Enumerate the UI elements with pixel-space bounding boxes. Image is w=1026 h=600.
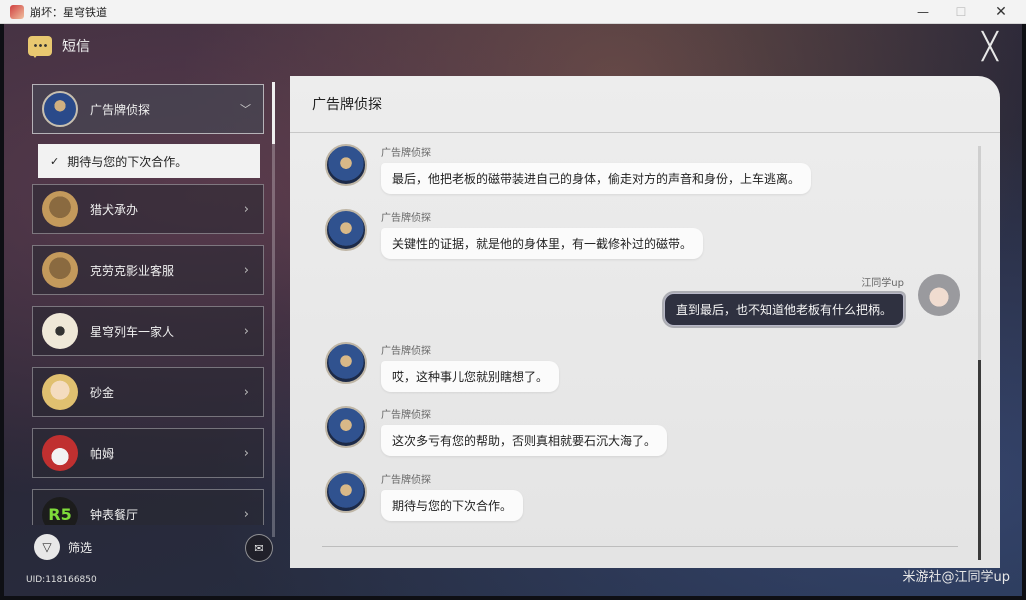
chat-message-self: 江同学up 直到最后，也不知道他老板有什么把柄。 xyxy=(663,274,960,326)
bottom-edge xyxy=(0,596,1026,600)
chat-header: 广告牌侦探 xyxy=(290,76,1000,133)
window-titlebar: 崩坏：星穹铁道 — ☐ ✕ xyxy=(0,0,1026,24)
message-bubble: 关键性的证据，就是他的身体里，有一截修补过的磁带。 xyxy=(381,228,704,259)
minimize-button[interactable]: — xyxy=(904,0,942,24)
avatar xyxy=(325,144,367,186)
chevron-down-icon: ﹀ xyxy=(240,103,251,116)
divider xyxy=(322,546,958,547)
message-icon xyxy=(28,36,52,58)
chat-message: 广告牌侦探 哎，这种事儿您就别瞎想了。 xyxy=(325,342,560,392)
uid-label: UID:118166850 xyxy=(26,575,97,585)
avatar xyxy=(325,471,367,513)
close-icon[interactable]: ╳ xyxy=(978,34,1002,60)
avatar xyxy=(42,313,78,349)
player-avatar xyxy=(918,274,960,316)
avatar xyxy=(42,374,78,410)
notification-settings-button[interactable]: ✉ xyxy=(245,534,273,562)
avatar: R5 xyxy=(42,496,78,525)
messages-header: 短信 xyxy=(28,36,90,58)
conversation-item[interactable]: ✓ 期待与您的下次合作。 xyxy=(38,144,260,178)
message-bubble: 期待与您的下次合作。 xyxy=(381,490,524,521)
contact-aventurine[interactable]: 砂金 › xyxy=(32,367,264,417)
contact-name: 克劳克影业客服 xyxy=(90,263,175,278)
contact-pom-pom[interactable]: 帕姆 › xyxy=(32,428,264,478)
avatar xyxy=(42,191,78,227)
chevron-right-icon: › xyxy=(243,262,249,278)
chat-message: 广告牌侦探 关键性的证据，就是他的身体里，有一截修补过的磁带。 xyxy=(325,209,704,259)
chevron-right-icon: › xyxy=(243,507,249,522)
sender-name: 广告牌侦探 xyxy=(381,148,431,159)
message-bubble: 最后，他把老板的磁带装进自己的身体，偷走对方的声音和身份，上车逃离。 xyxy=(381,163,812,194)
sender-name: 广告牌侦探 xyxy=(381,346,431,357)
window-title: 崩坏：星穹铁道 xyxy=(30,5,107,19)
message-bubble: 这次多亏有您的帮助，否则真相就要石沉大海了。 xyxy=(381,425,668,456)
contact-name: 钟表餐厅 xyxy=(90,508,139,522)
contact-name: 帕姆 xyxy=(90,446,115,461)
filter-label: 筛选 xyxy=(68,540,93,555)
chat-scroll-thumb[interactable] xyxy=(978,360,981,560)
app-icon xyxy=(10,4,24,19)
chevron-right-icon: › xyxy=(243,323,249,339)
avatar xyxy=(325,209,367,251)
message-bubble: 直到最后，也不知道他老板有什么把柄。 xyxy=(663,293,904,326)
check-icon: ✓ xyxy=(50,154,60,168)
chevron-right-icon: › xyxy=(243,201,249,217)
avatar xyxy=(42,435,78,471)
chat-title: 广告牌侦探 xyxy=(312,97,382,113)
avatar xyxy=(42,252,78,288)
window-close-button[interactable]: ✕ xyxy=(982,0,1020,24)
messages-title: 短信 xyxy=(62,39,90,55)
contact-express-family[interactable]: 星穹列车一家人 › xyxy=(32,306,264,356)
chat-panel: 广告牌侦探 广告牌侦探 最后，他把老板的磁带装进自己的身体，偷走对方的声音和身份… xyxy=(290,76,1000,568)
avatar xyxy=(325,342,367,384)
chat-message: 广告牌侦探 期待与您的下次合作。 xyxy=(325,471,524,521)
maximize-button[interactable]: ☐ xyxy=(942,0,980,24)
sender-name: 广告牌侦探 xyxy=(381,213,431,224)
sidebar-scroll-thumb[interactable] xyxy=(272,82,275,144)
contact-name: 猎犬承办 xyxy=(90,202,139,217)
sender-name: 广告牌侦探 xyxy=(381,410,431,421)
contact-billboard-detective[interactable]: 广告牌侦探 ﹀ xyxy=(32,84,264,134)
chat-message: 广告牌侦探 这次多亏有您的帮助，否则真相就要石沉大海了。 xyxy=(325,406,668,456)
contact-clock-diner[interactable]: R5 钟表餐厅 › xyxy=(32,489,264,525)
sender-name: 江同学up xyxy=(861,278,904,289)
chevron-right-icon: › xyxy=(243,384,249,400)
avatar xyxy=(42,91,78,127)
message-bubble: 哎，这种事儿您就别瞎想了。 xyxy=(381,361,560,392)
contact-name: 星穹列车一家人 xyxy=(90,324,175,339)
sidebar-scrollbar[interactable] xyxy=(272,82,275,537)
contact-name: 砂金 xyxy=(90,385,115,400)
contact-hound[interactable]: 猎犬承办 › xyxy=(32,184,264,234)
avatar xyxy=(325,406,367,448)
contact-clockie-studios[interactable]: 克劳克影业客服 › xyxy=(32,245,264,295)
conversation-label: 期待与您的下次合作。 xyxy=(67,154,188,169)
sender-name: 广告牌侦探 xyxy=(381,475,431,486)
contact-name: 广告牌侦探 xyxy=(90,102,151,117)
message-settings-icon: ✉ xyxy=(254,541,264,555)
filter-button[interactable]: ▽ 筛选 xyxy=(34,534,92,560)
right-edge xyxy=(1022,24,1026,596)
filter-icon: ▽ xyxy=(34,534,60,560)
game-viewport: 短信 ╳ 广告牌侦探 ﹀ ✓ 期待与您的下次合作。 猎犬承办 › 克劳克影业客服… xyxy=(4,24,1022,596)
chat-message: 广告牌侦探 最后，他把老板的磁带装进自己的身体，偷走对方的声音和身份，上车逃离。 xyxy=(325,144,812,194)
chevron-right-icon: › xyxy=(243,445,249,461)
watermark: 米游社@江同学up xyxy=(902,570,1011,585)
